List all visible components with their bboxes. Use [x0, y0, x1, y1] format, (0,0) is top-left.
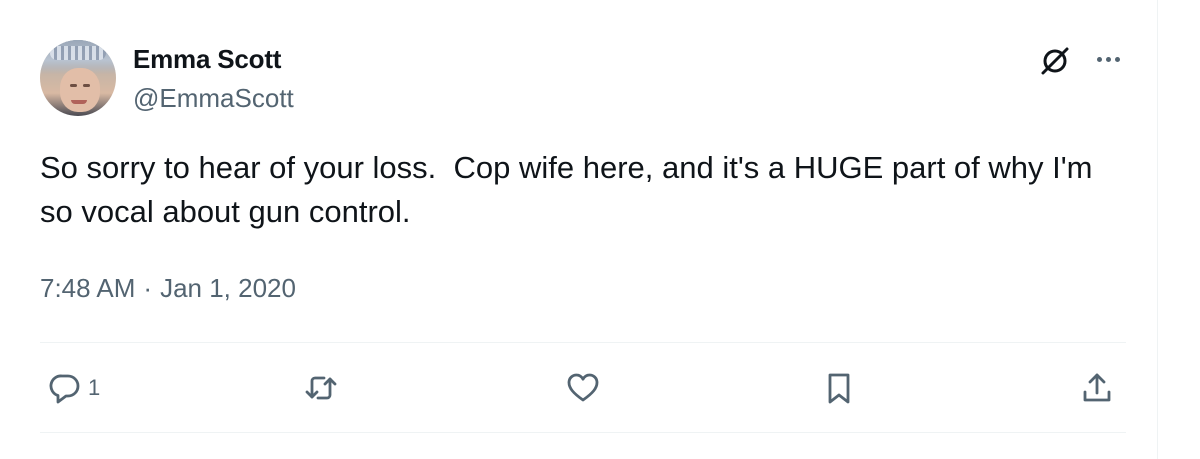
like-button[interactable] — [566, 368, 600, 408]
share-icon — [1083, 373, 1111, 402]
bookmark-icon — [828, 373, 850, 404]
dot — [1114, 56, 1120, 62]
reply-button[interactable]: 1 — [48, 368, 100, 408]
tweet-date[interactable]: Jan 1, 2020 — [160, 273, 296, 303]
share-button[interactable] — [1080, 368, 1114, 408]
reply-icon — [49, 374, 80, 404]
grok-icon[interactable] — [1038, 44, 1072, 78]
author-name[interactable]: Emma Scott — [133, 44, 281, 75]
bookmark-button[interactable] — [822, 368, 856, 408]
retweet-icon — [305, 376, 337, 400]
divider-top — [40, 342, 1126, 343]
dot — [1105, 56, 1111, 62]
timestamp-separator: · — [143, 273, 153, 303]
avatar-sunglasses — [50, 46, 106, 60]
tweet-text: So sorry to hear of your loss. Cop wife … — [40, 150, 1102, 229]
avatar[interactable] — [40, 40, 116, 116]
heart-icon — [567, 373, 599, 402]
avatar-mouth — [71, 100, 87, 104]
more-options-icon[interactable] — [1090, 44, 1126, 74]
card-border — [1157, 0, 1158, 459]
divider-bottom — [40, 432, 1126, 433]
tweet-timestamp[interactable]: 7:48 AM · Jan 1, 2020 — [40, 273, 296, 304]
tweet-time[interactable]: 7:48 AM — [40, 273, 135, 303]
author-handle[interactable]: @EmmaScott — [133, 83, 294, 114]
avatar-face — [60, 68, 100, 112]
retweet-button[interactable] — [304, 368, 338, 408]
dot — [1096, 56, 1102, 62]
avatar-eye-left — [70, 84, 77, 87]
avatar-eye-right — [83, 84, 90, 87]
reply-count: 1 — [88, 375, 101, 400]
